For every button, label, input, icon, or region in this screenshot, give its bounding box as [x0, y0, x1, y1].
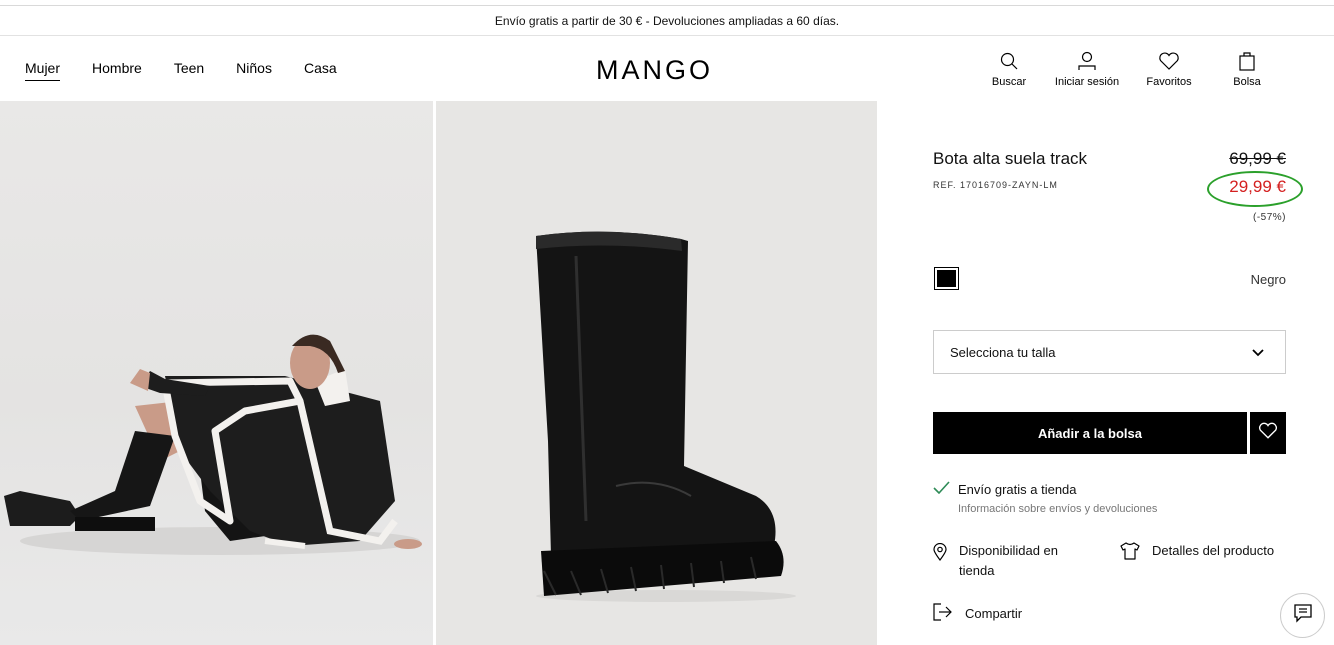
shipping-info: Envío gratis a tienda — [933, 481, 1077, 497]
favorites-button[interactable]: Favoritos — [1130, 50, 1208, 88]
tshirt-icon — [1120, 542, 1140, 566]
login-label: Iniciar sesión — [1054, 76, 1120, 88]
product-details-button[interactable]: Detalles del producto — [1120, 541, 1274, 566]
original-price: 69,99 € — [1229, 149, 1286, 168]
shipping-title: Envío gratis a tienda — [958, 481, 1077, 497]
sale-price: 29,99 € — [1229, 177, 1286, 196]
chat-button[interactable] — [1280, 593, 1325, 638]
size-select-label: Selecciona tu talla — [950, 344, 1056, 360]
product-info-panel: Bota alta suela track REF. 17016709-ZAYN… — [933, 101, 1303, 645]
shipping-info-link[interactable]: Información sobre envíos y devoluciones — [958, 503, 1157, 515]
nav-link-casa[interactable]: Casa — [304, 60, 337, 81]
promo-banner: Envío gratis a partir de 30 € - Devoluci… — [0, 6, 1334, 36]
bag-label: Bolsa — [1233, 76, 1261, 88]
search-label: Buscar — [991, 76, 1027, 88]
bag-icon — [1236, 50, 1258, 72]
location-pin-icon — [933, 542, 947, 581]
heart-icon — [1158, 50, 1180, 72]
color-name: Negro — [1250, 272, 1286, 287]
product-image-model[interactable] — [0, 101, 433, 645]
header-actions: Buscar Iniciar sesión Favoritos Bolsa — [974, 50, 1286, 88]
product-reference: REF. 17016709-ZAYN-LM — [933, 180, 1058, 190]
chat-icon — [1293, 603, 1313, 628]
mango-logo[interactable]: MANGO — [596, 55, 713, 86]
nav-link-hombre[interactable]: Hombre — [92, 60, 142, 81]
search-icon — [998, 50, 1020, 72]
swatch-fill — [937, 270, 956, 287]
store-availability-button[interactable]: Disponibilidad en tienda — [933, 541, 1093, 581]
category-links: Mujer Hombre Teen Niños Casa — [25, 60, 337, 81]
add-to-favorites-button[interactable] — [1250, 412, 1286, 454]
store-availability-label: Disponibilidad en tienda — [959, 543, 1059, 578]
user-icon — [1076, 50, 1098, 72]
product-details-label: Detalles del producto — [1152, 543, 1275, 558]
size-select[interactable]: Selecciona tu talla — [933, 330, 1286, 374]
login-button[interactable]: Iniciar sesión — [1044, 50, 1130, 88]
share-icon — [933, 603, 953, 624]
nav-link-mujer[interactable]: Mujer — [25, 60, 61, 81]
share-button[interactable]: Compartir — [933, 603, 1022, 624]
search-button[interactable]: Buscar — [974, 50, 1044, 88]
main-navigation: Mujer Hombre Teen Niños Casa MANGO Busca… — [0, 37, 1334, 101]
chevron-down-icon — [1251, 345, 1265, 362]
product-title: Bota alta suela track — [933, 149, 1088, 168]
nav-link-ninos[interactable]: Niños — [236, 60, 272, 81]
discount-label: (-57%) — [1252, 212, 1286, 223]
nav-link-teen[interactable]: Teen — [174, 60, 204, 81]
check-icon — [933, 481, 950, 497]
favorites-label: Favoritos — [1146, 76, 1192, 88]
color-swatch-black[interactable] — [934, 267, 959, 290]
share-label: Compartir — [965, 606, 1023, 621]
product-image-boot[interactable] — [436, 101, 877, 645]
heart-icon — [1258, 422, 1278, 444]
bag-button[interactable]: Bolsa — [1208, 50, 1286, 88]
add-to-bag-button[interactable]: Añadir a la bolsa — [933, 412, 1247, 454]
